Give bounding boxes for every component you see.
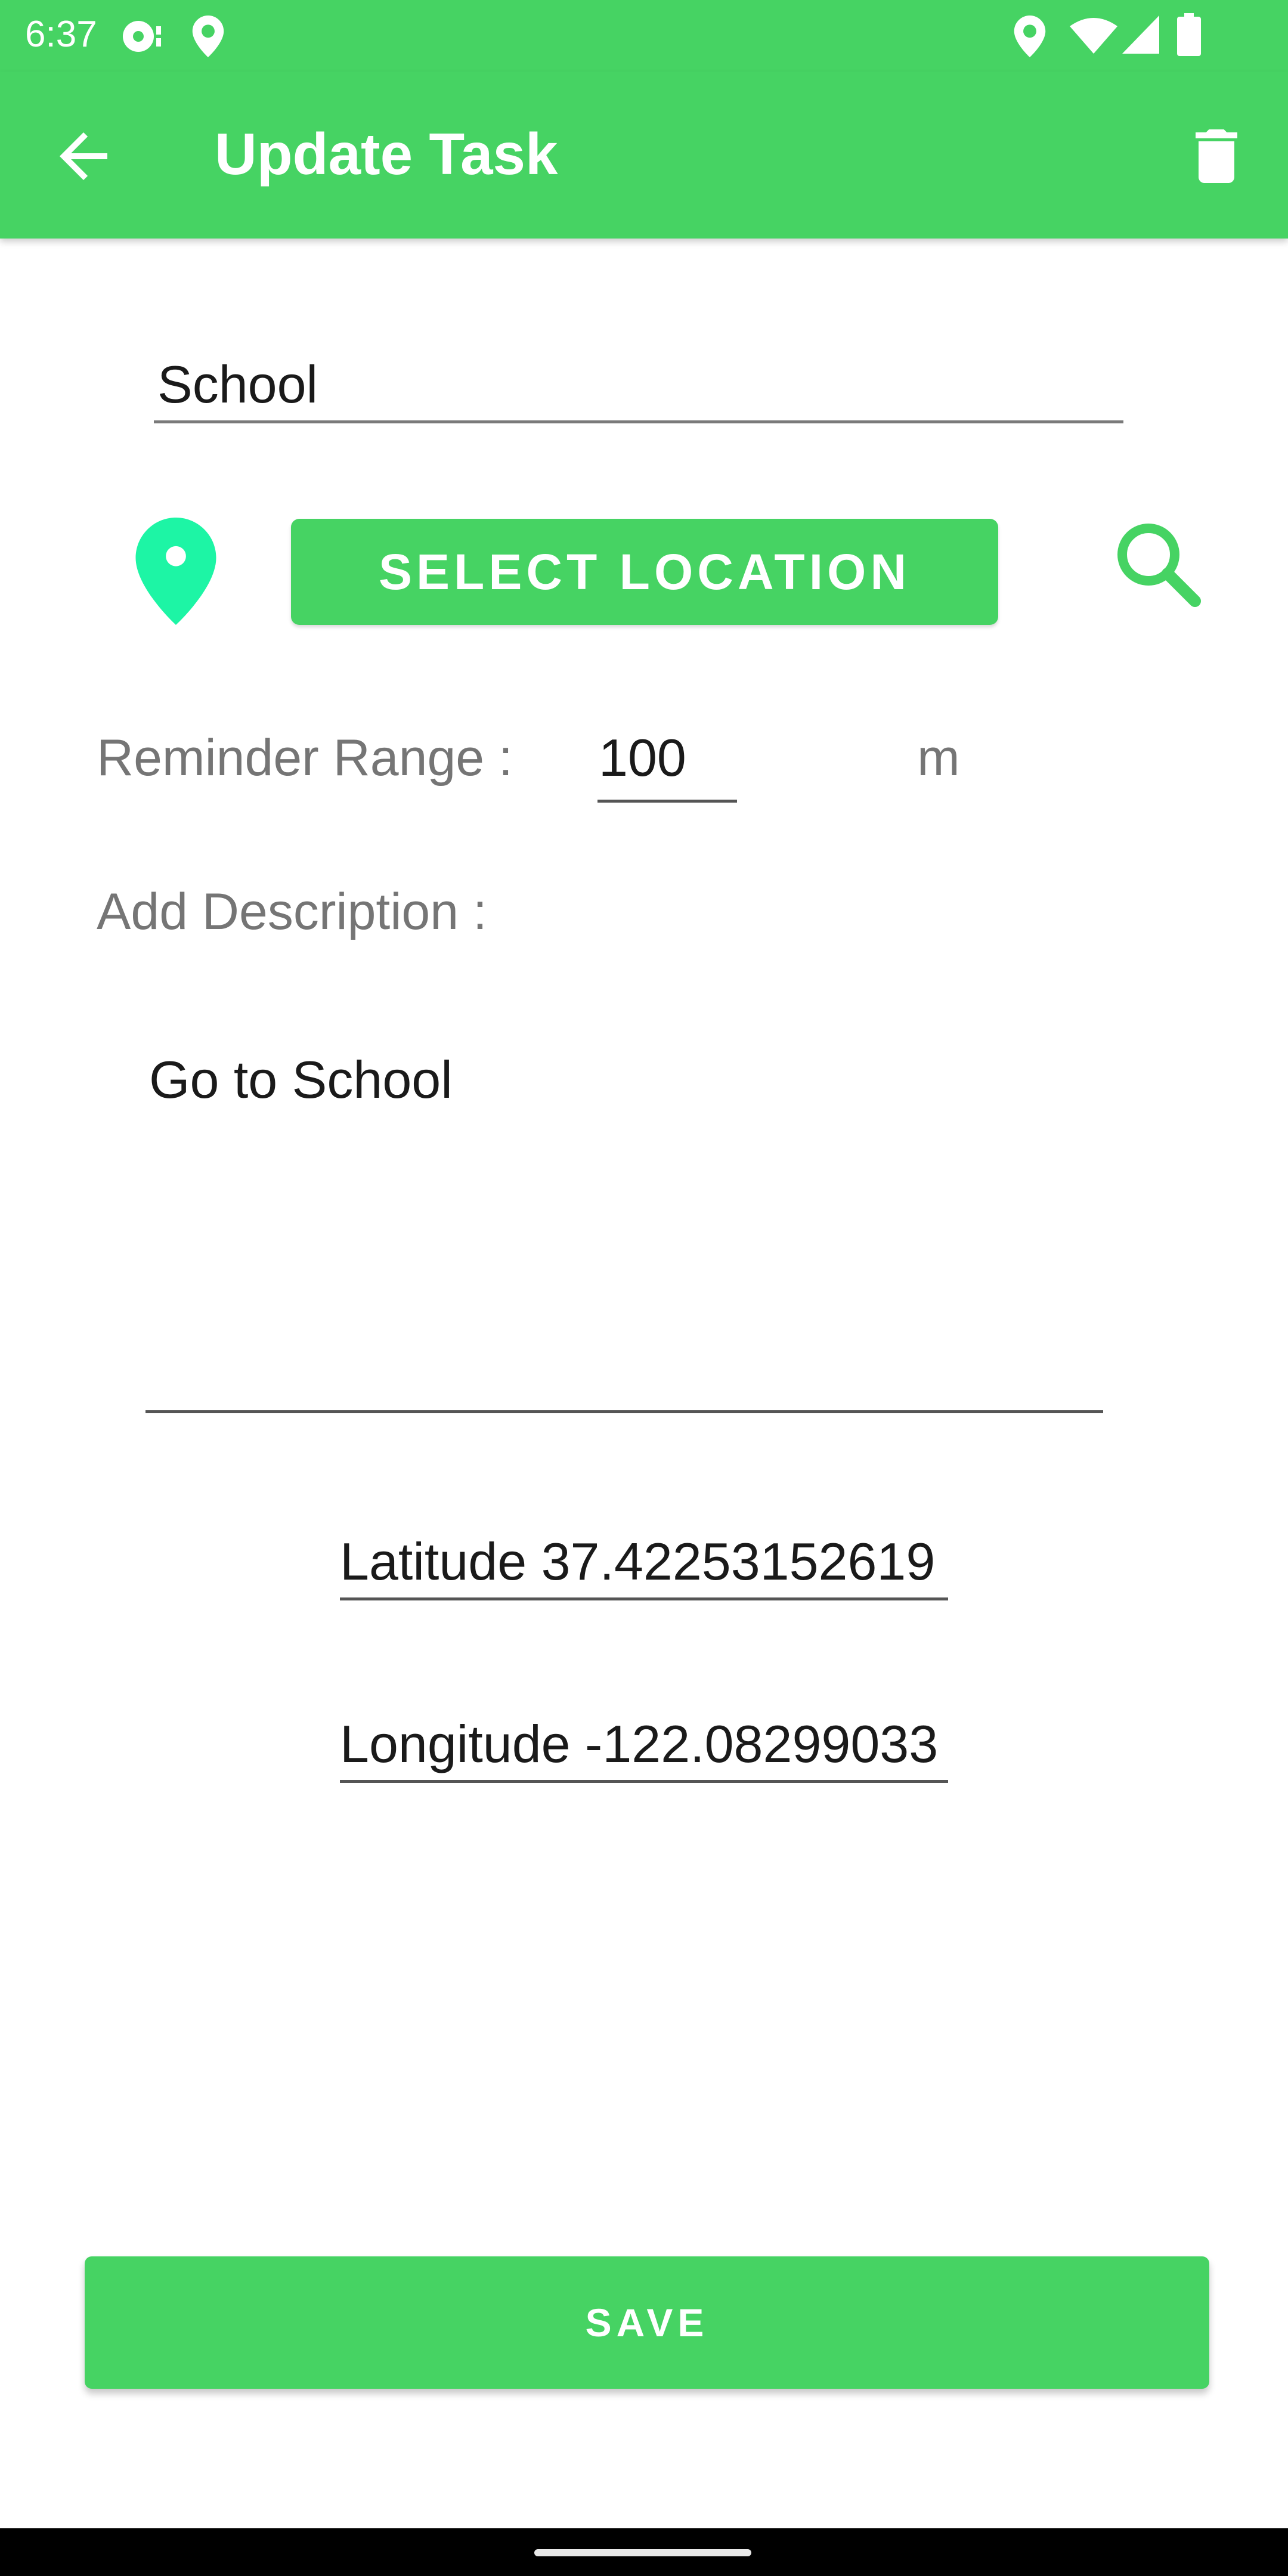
search-button[interactable] [1111,518,1207,613]
trash-icon [1196,129,1237,183]
description-text: Go to School [149,1050,453,1109]
arrow-back-icon [60,132,107,180]
location-pin-icon [135,518,217,625]
page-title: Update Task [215,121,558,187]
wifi-icon [1070,18,1117,54]
reminder-range-label: Reminder Range : [97,729,513,787]
delete-button[interactable] [1181,120,1252,192]
description-input[interactable]: Go to School [145,1014,1103,1413]
home-handle[interactable] [534,2549,751,2556]
status-bar: 6:37 [0,0,1288,72]
back-button[interactable] [48,120,119,192]
signal-icon [1122,16,1159,54]
save-button[interactable]: SAVE [85,2256,1209,2389]
range-unit-label: m [917,729,960,787]
location-icon [1014,16,1046,57]
app-bar: Update Task [0,72,1288,239]
search-icon [1117,524,1201,607]
location-icon [192,16,224,57]
task-name-input[interactable]: School [154,346,1123,423]
longitude-field[interactable]: Longitude -122.08299033 [340,1705,948,1783]
battery-icon [1177,13,1201,56]
media-icon [123,21,161,52]
description-label: Add Description : [97,883,487,940]
navigation-bar [0,2528,1288,2576]
latitude-field[interactable]: Latitude 37.42253152619 [340,1523,948,1600]
reminder-range-input[interactable]: 100 [597,719,737,803]
select-location-button[interactable]: SELECT LOCATION [291,519,998,625]
status-time: 6:37 [25,14,97,55]
